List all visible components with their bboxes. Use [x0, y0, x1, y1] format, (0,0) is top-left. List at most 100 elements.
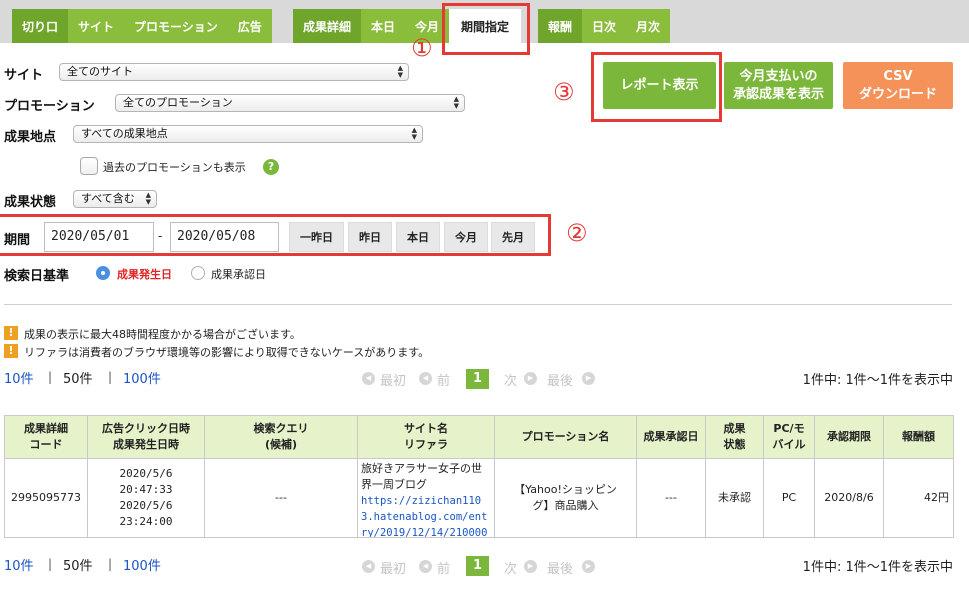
- promotion-select[interactable]: 全てのプロモーション ▲ ▼: [115, 94, 465, 112]
- csv-download-button[interactable]: CSV ダウンロード: [843, 62, 953, 109]
- result-point-label: 成果地点: [4, 130, 57, 145]
- result-status-select[interactable]: すべて含む ▲ ▼: [73, 190, 157, 208]
- help-icon[interactable]: ?: [263, 159, 279, 175]
- select-arrows-icon: ▲ ▼: [411, 126, 417, 141]
- last-page-link-bottom[interactable]: 最後: [547, 558, 573, 577]
- last-page-link[interactable]: 最後: [547, 370, 573, 389]
- header-click-datetime: 広告クリック日時 成果発生日時: [87, 415, 205, 459]
- next-page-link[interactable]: 次: [504, 370, 517, 389]
- next-page-link-bottom[interactable]: 次: [504, 558, 517, 577]
- cell-result-datetime: 2020/5/6 23:24:00: [119, 499, 173, 528]
- site-label: サイト: [4, 68, 44, 83]
- cell-promotion: 【Yahoo!ショッピン グ】商品購入: [494, 458, 637, 538]
- prev-page-link-bottom[interactable]: 前: [437, 558, 450, 577]
- separator: |: [108, 557, 113, 571]
- tab-reward[interactable]: 報酬: [538, 9, 583, 43]
- top-tab-bar: 切り口 サイト プロモーション 広告 成果詳細 本日 今月 期間指定 報酬 日次…: [0, 0, 969, 43]
- cell-promotion-line1: 【Yahoo!ショッピン: [514, 483, 617, 496]
- quick-this-month-button[interactable]: 今月: [444, 222, 488, 252]
- monthly-approved-line1: 今月支払いの: [739, 68, 818, 84]
- current-page-number-bottom[interactable]: 1: [466, 556, 489, 576]
- select-arrows-icon: ▲ ▼: [453, 95, 459, 110]
- tab-result-detail[interactable]: 成果詳細: [293, 9, 362, 43]
- current-page-number[interactable]: 1: [466, 369, 489, 389]
- separator: |: [48, 557, 53, 571]
- per-page-100-link[interactable]: 100件: [123, 368, 161, 387]
- first-page-icon: ◀: [362, 560, 375, 573]
- annotation-number-1: ①: [411, 34, 433, 62]
- result-point-select-value: すべての成果地点: [81, 127, 168, 140]
- past-promotion-label: 過去のプロモーションも表示: [103, 161, 246, 174]
- result-status-label: 成果状態: [4, 195, 57, 210]
- cell-site-name: 旅好きアラサー女子の世界一周ブログ: [361, 462, 482, 491]
- past-promotion-checkbox[interactable]: [80, 157, 98, 175]
- first-page-link[interactable]: 最初: [380, 370, 406, 389]
- tab-promotion[interactable]: プロモーション: [124, 9, 228, 43]
- result-count-text-bottom: 1件中: 1件〜1件を表示中: [802, 560, 953, 575]
- result-count-text: 1件中: 1件〜1件を表示中: [802, 373, 953, 388]
- report-display-button-label: レポート表示: [620, 77, 699, 93]
- header-code: 成果詳細 コード: [4, 415, 88, 459]
- cell-site-referrer: 旅好きアラサー女子の世界一周ブログ https://zizichan1103.h…: [357, 458, 495, 538]
- radio-approval-date[interactable]: [191, 266, 205, 280]
- annotation-number-2: ②: [566, 219, 588, 247]
- cell-approval-date: ---: [636, 458, 706, 538]
- prev-page-link[interactable]: 前: [437, 370, 450, 389]
- tab-group-reward: 報酬 日次 月次: [538, 9, 671, 43]
- tab-monthly[interactable]: 月次: [626, 9, 670, 43]
- header-search-query: 検索クエリ (候補): [204, 415, 358, 459]
- period-end-input[interactable]: 2020/05/08: [170, 222, 279, 252]
- date-basis-label: 検索日基準: [4, 269, 70, 284]
- tab-group-detail: 成果詳細 本日 今月 期間指定: [293, 9, 522, 43]
- tab-period[interactable]: 期間指定: [449, 9, 522, 43]
- select-arrows-icon: ▲ ▼: [145, 191, 151, 206]
- per-page-50-current-bottom: 50件: [63, 559, 93, 574]
- csv-download-line2: ダウンロード: [858, 86, 937, 102]
- promotion-label: プロモーション: [4, 99, 95, 114]
- period-start-input[interactable]: 2020/05/01: [44, 222, 154, 252]
- tab-today[interactable]: 本日: [361, 9, 405, 43]
- tab-ad[interactable]: 広告: [228, 9, 272, 43]
- quick-day-before-yesterday-button[interactable]: 一昨日: [289, 222, 344, 252]
- site-select[interactable]: 全てのサイト ▲ ▼: [59, 63, 409, 81]
- table-header-row: 成果詳細 コード 広告クリック日時 成果発生日時 検索クエリ (候補) サイト名 リファ…: [4, 415, 954, 459]
- notice-text-1: 成果の表示に最大48時間程度かかる場合がございます。: [24, 328, 301, 341]
- section-divider: [4, 304, 952, 305]
- per-page-10-link-bottom[interactable]: 10件: [4, 555, 34, 574]
- tab-site[interactable]: サイト: [68, 9, 124, 43]
- next-page-icon: ▶: [524, 560, 537, 573]
- per-page-50-current: 50件: [63, 372, 93, 387]
- radio-approval-date-label: 成果承認日: [211, 268, 266, 281]
- tab-daily[interactable]: 日次: [582, 9, 626, 43]
- next-page-icon: ▶: [524, 372, 537, 385]
- header-status: 成果 状態: [705, 415, 764, 459]
- csv-download-line1: CSV: [883, 68, 913, 84]
- separator: |: [108, 370, 113, 384]
- quick-last-month-button[interactable]: 先月: [491, 222, 535, 252]
- per-page-10-link[interactable]: 10件: [4, 368, 34, 387]
- notice-text-2: リファラは消費者のブラウザ環境等の影響により取得できないケースがあります。: [24, 346, 430, 359]
- radio-occurrence-date-label: 成果発生日: [117, 268, 172, 281]
- cell-status: 未承認: [705, 458, 764, 538]
- promotion-select-value: 全てのプロモーション: [123, 96, 233, 109]
- radio-occurrence-date[interactable]: [96, 266, 110, 280]
- cell-device: PC: [763, 458, 815, 538]
- header-device: PC/モ バイル: [763, 415, 815, 459]
- tab-kirikuchi[interactable]: 切り口: [12, 9, 69, 43]
- header-reward: 報酬額: [883, 415, 954, 459]
- first-page-icon: ◀: [362, 372, 375, 385]
- warning-icon: !: [4, 326, 18, 340]
- quick-today-button[interactable]: 本日: [396, 222, 440, 252]
- prev-page-icon: ◀: [419, 560, 432, 573]
- monthly-approved-button[interactable]: 今月支払いの 承認成果を表示: [724, 62, 833, 109]
- report-display-button[interactable]: レポート表示: [603, 62, 716, 109]
- quick-yesterday-button[interactable]: 昨日: [348, 222, 392, 252]
- first-page-link-bottom[interactable]: 最初: [380, 558, 406, 577]
- period-separator: -: [158, 229, 163, 243]
- per-page-100-link-bottom[interactable]: 100件: [123, 555, 161, 574]
- select-arrows-icon: ▲ ▼: [397, 64, 403, 79]
- result-point-select[interactable]: すべての成果地点 ▲ ▼: [73, 125, 423, 143]
- result-status-select-value: すべて含む: [81, 192, 135, 205]
- referrer-link[interactable]: https://zizichan1103.hatenablog.com/entr…: [361, 493, 491, 537]
- period-label: 期間: [4, 233, 31, 248]
